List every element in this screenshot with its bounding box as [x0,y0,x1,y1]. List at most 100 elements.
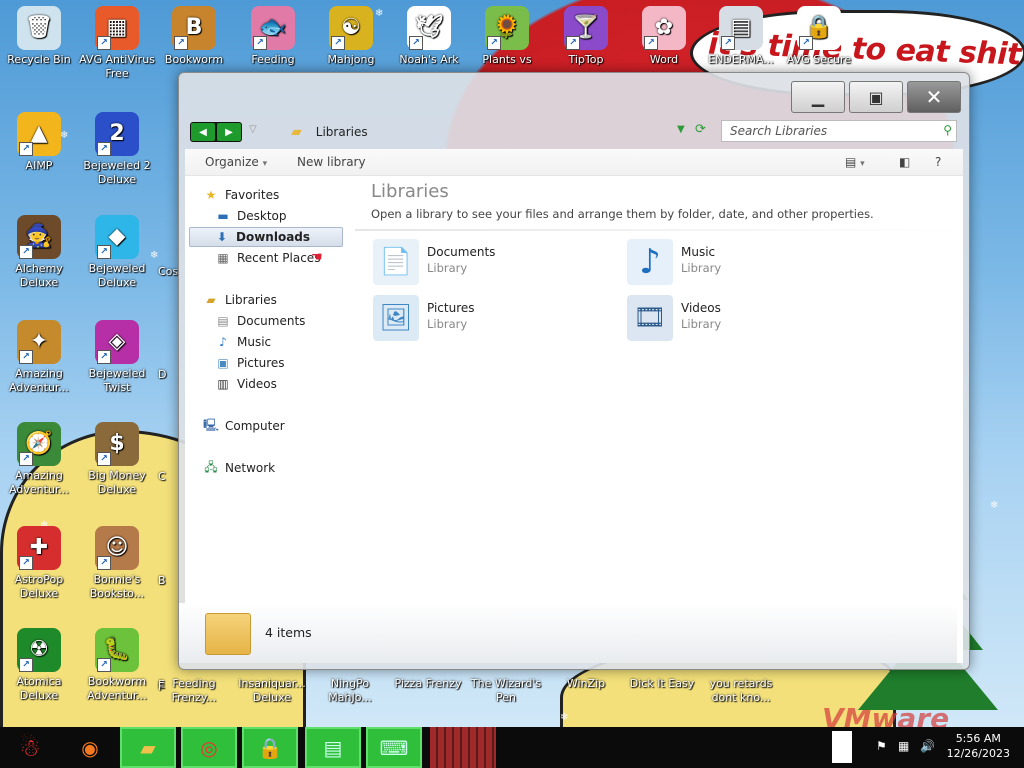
desktop-icon-astropop-deluxe[interactable]: ✚ ↗ AstroPop Deluxe [0,526,78,601]
desktop-icon-mahjong[interactable]: ☯ ↗ Mahjong [312,6,390,67]
nav-desktop[interactable]: ▬ Desktop [215,206,340,226]
desktop-icon-winzip[interactable]: WinZip [547,677,625,691]
taskbar-control-panel[interactable]: ▤ [305,727,361,768]
show-desktop-button[interactable] [832,731,852,763]
nav-music[interactable]: ♪ Music [215,332,340,352]
desktop-icon-insaniquar-deluxe[interactable]: Insaniquar... Deluxe [233,677,311,705]
taskbar-firefox[interactable]: ◉ [62,727,118,768]
shortcut-arrow-icon: ↗ [97,142,111,156]
shortcut-arrow-icon: ↗ [19,350,33,364]
library-documents[interactable]: 📄 Documents Library [373,239,573,287]
desktop-icon-aimp[interactable]: ▲ ↗ AIMP [0,112,78,173]
nav-computer[interactable]: 🖳 Computer [203,416,358,436]
desktop-icon-enderma[interactable]: ▤ ↗ ENDERMA... [702,6,780,67]
library-videos[interactable]: 🎞 Videos Library [627,295,827,343]
search-icon[interactable]: ⚲ [943,123,952,137]
minimize-icon: ▁ [811,87,825,107]
search-placeholder: Search Libraries [730,124,828,138]
view-options-icon[interactable]: ▤ ▾ [845,155,865,169]
libraries-icon: ▰ [206,293,216,307]
nav-libraries[interactable]: ▰ Libraries [203,290,358,310]
nav-videos[interactable]: ▥ Videos [215,374,340,394]
desktop-icon-label-partial: D [158,368,167,381]
desktop-icon-label-partial: F [158,680,165,693]
app-icon: 🌻 ↗ [485,6,529,50]
app-icon: ☯ ↗ [329,6,373,50]
desktop-icon-avg-antivirus-free[interactable]: ▦ ↗ AVG AntiVirus Free [78,6,156,81]
refresh-icon[interactable]: ⟳ [695,122,706,137]
desktop-icon-plants-vs[interactable]: 🌻 ↗ Plants vs [468,6,546,67]
help-button[interactable]: ? [935,155,941,169]
desktop-icon-avg-secure[interactable]: 🔒 ↗ AVG Secure [780,6,858,67]
desktop-icon-atomica-deluxe[interactable]: ☢ ↗ Atomica Deluxe [0,628,78,703]
desktop-icon-you-retards-dont-kno[interactable]: you retards dont kno... [702,677,780,705]
desktop-icon-bejeweled-2-deluxe[interactable]: 2 ↗ Bejeweled 2 Deluxe [78,112,156,187]
taskbar-keyboard[interactable]: ⌨ [366,727,422,768]
system-clock[interactable]: 5:56 AM 12/26/2023 [947,731,1010,761]
desktop-icon-bookworm-adventur[interactable]: 🐛 ↗ Bookworm Adventur... [78,628,156,703]
address-bar[interactable]: ▰ Libraries [291,120,711,144]
minimize-button[interactable]: ▁ [791,81,845,113]
computer-icon: 🖳 [203,417,220,432]
shortcut-arrow-icon: ↗ [566,36,580,50]
recent-places-icon: ▦ [217,251,229,265]
new-library-button[interactable]: New library [297,155,366,169]
pictures-icon: ▣ [217,356,229,370]
desktop-icon-bejeweled-twist[interactable]: ◈ ↗ Bejeweled Twist [78,320,156,395]
shortcut-arrow-icon: ↗ [409,36,423,50]
desktop-icon-ningpo-mahjo[interactable]: NingPo MahJo... [311,677,389,705]
nav-downloads[interactable]: ⬇ Downloads [189,227,343,247]
desktop-icon-word[interactable]: ✿ ↗ Word [625,6,703,67]
desktop-icon-bonnie-s-booksto[interactable]: ☺ ↗ Bonnie's Booksto... [78,526,156,601]
app-icon: 🍸 ↗ [564,6,608,50]
forward-button[interactable]: ▶ [217,123,241,141]
desktop-icon-tiptop[interactable]: 🍸 ↗ TipTop [547,6,625,67]
nav-favorites[interactable]: ★ Favorites [203,185,358,205]
taskbar-chrome[interactable]: ◎ [181,727,237,768]
taskbar-avg-secure[interactable]: 🔒 [242,727,298,768]
desktop-icon-label: AVG Secure [786,53,852,66]
taskbar-explorer[interactable]: ▰ [120,727,176,768]
back-button[interactable]: ◀ [191,123,215,141]
navigation-pane: ★ Favorites ▬ Desktop ⬇ Downloads ▦ Recent P… [185,175,350,663]
taskbar-pinned-app[interactable] [430,727,496,768]
network-icon: 🖧 [204,459,218,474]
start-button[interactable]: ☃ [4,727,56,768]
close-button[interactable]: ✕ [907,81,961,113]
app-icon: ◈ ↗ [95,320,139,364]
maximize-button[interactable]: ▣ [849,81,903,113]
search-input[interactable]: Search Libraries ⚲ [721,120,957,142]
desktop-icon-dick-it-easy[interactable]: Dick It Easy [623,677,701,691]
recent-pages-icon[interactable]: ▽ [249,124,257,135]
desktop-icon-big-money-deluxe[interactable]: $ ↗ Big Money Deluxe [78,422,156,497]
nav-network[interactable]: 🖧 Network [203,458,358,478]
app-icon: 🐟 ↗ [251,6,295,50]
desktop-icon-recycle-bin[interactable]: 🗑 Recycle Bin [0,6,78,67]
clock-date: 12/26/2023 [946,747,1010,760]
library-pictures[interactable]: 🖼 Pictures Library [373,295,573,343]
nav-documents[interactable]: ▤ Documents [215,311,340,331]
desktop-icon-label: Feeding [251,53,295,66]
item-count: 4 items [265,625,312,640]
network-tray-icon[interactable]: ▦ [898,739,909,753]
desktop-icon-feeding[interactable]: 🐟 ↗ Feeding [234,6,312,67]
desktop-icon-amazing-adventur[interactable]: 🧭 ↗ Amazing Adventur... [0,422,78,497]
desktop-icon-label: Atomica Deluxe [16,675,62,702]
nav-pictures[interactable]: ▣ Pictures [215,353,340,373]
desktop-icon-bookworm[interactable]: B ↗ Bookworm [155,6,233,67]
desktop-icon-pizza-frenzy[interactable]: Pizza Frenzy [389,677,467,691]
desktop-icon-label: Amazing Adventur... [9,367,69,394]
desktop-icon-the-wizard-s-pen[interactable]: The Wizard's Pen [467,677,545,705]
desktop-icon-amazing-adventur[interactable]: ✦ ↗ Amazing Adventur... [0,320,78,395]
address-dropdown-icon[interactable]: ▼ [677,124,685,135]
desktop-icon-bejeweled-deluxe[interactable]: ◆ ↗ Bejeweled Deluxe [78,215,156,290]
action-center-icon[interactable]: ⚑ [876,739,887,753]
organize-button[interactable]: Organize ▾ [205,155,267,169]
page-title: Libraries [371,181,449,202]
music-icon: ♪ [219,335,227,349]
preview-pane-icon[interactable]: ◧ [899,155,910,169]
volume-icon[interactable]: 🔊 [920,739,935,753]
library-music[interactable]: ♪ Music Library [627,239,827,287]
desktop-icon-alchemy-deluxe[interactable]: 🧙 ↗ Alchemy Deluxe [0,215,78,290]
desktop-icon-noah-s-ark[interactable]: 🕊 ↗ Noah's Ark [390,6,468,67]
